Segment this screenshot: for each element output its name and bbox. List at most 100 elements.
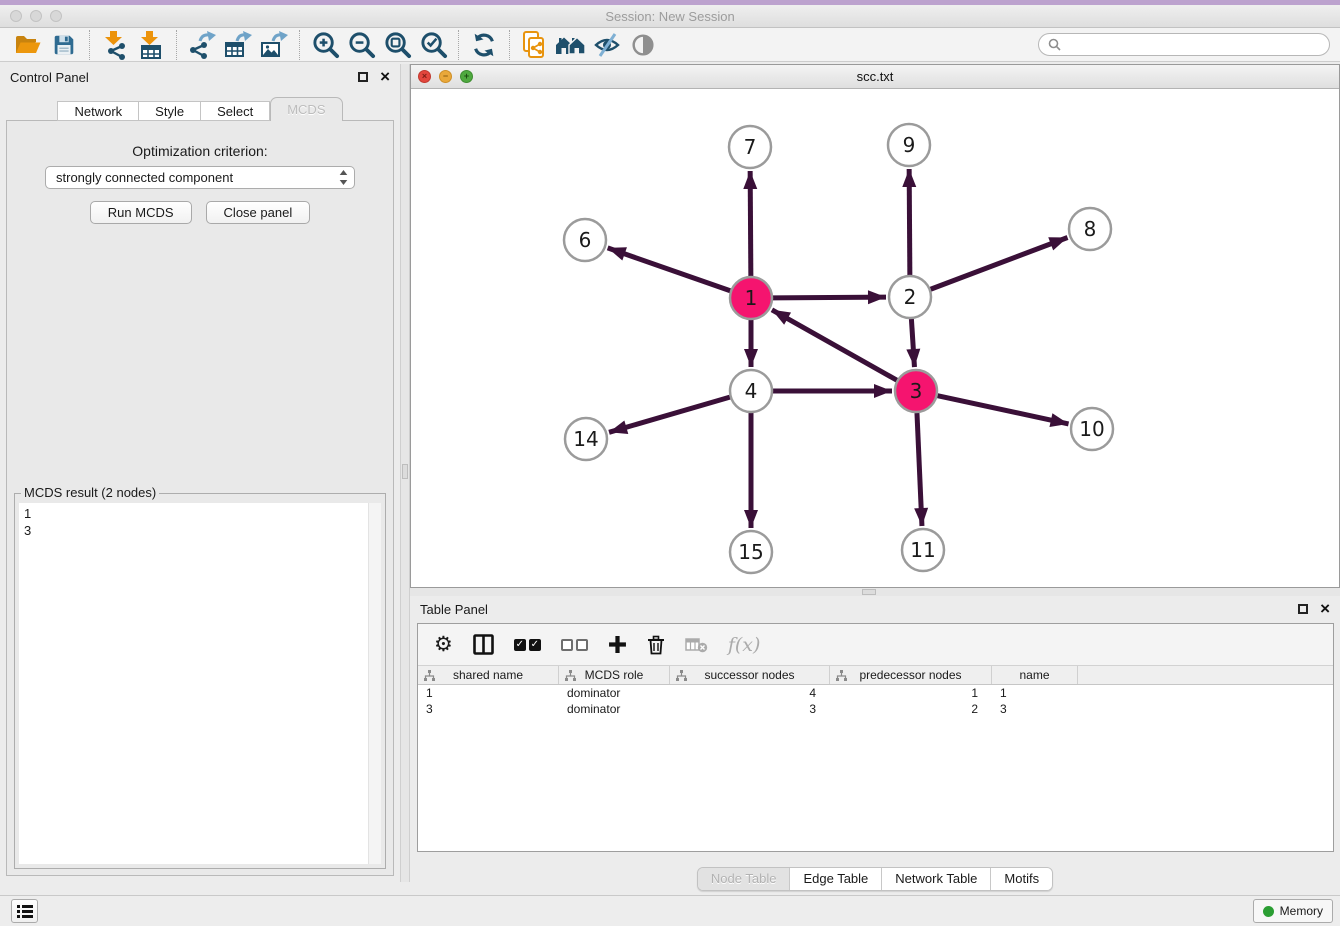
import-network-button[interactable] — [97, 29, 133, 61]
table-row[interactable]: 3dominator323 — [418, 701, 1333, 717]
refresh-button[interactable] — [466, 29, 502, 61]
table-tab-group: Node TableEdge TableNetwork TableMotifs — [697, 867, 1053, 891]
tab-node-table[interactable]: Node Table — [698, 868, 791, 890]
control-panel-tabs: NetworkStyleSelectMCDS — [0, 97, 400, 121]
column-header-filler — [1078, 666, 1333, 684]
hide-graphics-details-button[interactable] — [589, 29, 625, 61]
criterion-dropdown-value: strongly connected component — [56, 170, 339, 185]
task-list-icon — [17, 904, 33, 919]
cell-predecessor-nodes[interactable]: 1 — [830, 685, 992, 701]
add-column-icon[interactable] — [608, 635, 627, 654]
float-panel-icon[interactable] — [358, 72, 368, 82]
splitter-handle[interactable] — [402, 464, 408, 479]
vertical-splitter[interactable] — [400, 64, 410, 882]
graph-edge-3-10[interactable] — [938, 396, 1069, 424]
column-header-successor-nodes[interactable]: successor nodes — [670, 666, 830, 684]
graph-edge-1-6[interactable] — [608, 248, 731, 291]
graph-edge-2-9[interactable] — [909, 169, 910, 275]
graph-node-label-1: 1 — [745, 286, 758, 310]
home-button[interactable] — [553, 29, 589, 61]
column-header-name[interactable]: name — [992, 666, 1078, 684]
show-graphics-details-button[interactable] — [625, 29, 661, 61]
cell-mcds-role[interactable]: dominator — [559, 685, 670, 701]
tab-network-table[interactable]: Network Table — [882, 868, 991, 890]
criterion-dropdown[interactable]: strongly connected component — [45, 166, 355, 189]
graph-node-label-9: 9 — [903, 133, 916, 157]
export-image-button[interactable] — [256, 29, 292, 61]
toolbar-separator — [89, 30, 90, 60]
close-panel-icon[interactable]: × — [1320, 602, 1330, 616]
optimization-criterion-label: Optimization criterion: — [7, 143, 393, 159]
tab-network[interactable]: Network — [57, 101, 139, 121]
cell-predecessor-nodes[interactable]: 2 — [830, 701, 992, 717]
zoom-fit-icon — [383, 30, 412, 59]
column-view-icon[interactable] — [473, 634, 494, 655]
tab-edge-table[interactable]: Edge Table — [790, 868, 882, 890]
close-panel-button[interactable]: Close panel — [206, 201, 311, 224]
export-network-button[interactable] — [184, 29, 220, 61]
network-title: scc.txt — [411, 69, 1339, 84]
search-icon — [1048, 38, 1061, 51]
tab-style[interactable]: Style — [139, 101, 201, 121]
column-header-predecessor-nodes[interactable]: predecessor nodes — [830, 666, 992, 684]
graph-edge-2-3[interactable] — [911, 319, 914, 367]
export-table-button[interactable] — [220, 29, 256, 61]
graph-edge-3-1[interactable] — [772, 310, 897, 380]
cell-shared-name[interactable]: 3 — [418, 701, 559, 717]
tab-select[interactable]: Select — [201, 101, 270, 121]
import-table-button[interactable] — [133, 29, 169, 61]
toolbar-separator — [458, 30, 459, 60]
column-header-mcds-role[interactable]: MCDS role — [559, 666, 670, 684]
control-panel-header: Control Panel × — [0, 64, 400, 90]
node-table: shared nameMCDS rolesuccessor nodesprede… — [418, 665, 1333, 851]
mcds-result-area[interactable]: 1 3 — [19, 503, 381, 864]
column-header-shared-name[interactable]: shared name — [418, 666, 559, 684]
cell-successor-nodes[interactable]: 4 — [670, 685, 830, 701]
float-panel-icon[interactable] — [1298, 604, 1308, 614]
save-icon — [51, 32, 77, 58]
tab-mcds[interactable]: MCDS — [270, 97, 342, 121]
deselect-all-rows-icon[interactable] — [561, 639, 588, 651]
result-scrollbar[interactable] — [368, 503, 381, 864]
table-tabs-bar: Node TableEdge TableNetwork TableMotifs — [410, 867, 1340, 891]
zoom-selected-button[interactable] — [415, 29, 451, 61]
cell-name[interactable]: 3 — [992, 701, 1078, 717]
close-panel-icon[interactable]: × — [380, 70, 390, 84]
graph-edge-3-11[interactable] — [917, 413, 922, 526]
network-canvas[interactable]: 7968124314101511 — [411, 89, 1339, 587]
search-input[interactable] — [1066, 37, 1320, 52]
network-svg: 7968124314101511 — [411, 89, 1339, 587]
graph-edge-2-8[interactable] — [931, 237, 1068, 289]
horizontal-splitter[interactable] — [410, 588, 1340, 596]
task-history-button[interactable] — [11, 899, 38, 923]
network-view-window: × − + scc.txt 7968124314101511 — [410, 64, 1340, 588]
cell-successor-nodes[interactable]: 3 — [670, 701, 830, 717]
zoom-out-button[interactable] — [343, 29, 379, 61]
delete-columns-icon[interactable] — [647, 635, 665, 655]
toolbar-separator — [509, 30, 510, 60]
open-session-button[interactable] — [10, 29, 46, 61]
graph-edge-1-7[interactable] — [750, 171, 751, 276]
zoom-fit-button[interactable] — [379, 29, 415, 61]
zoom-in-button[interactable] — [307, 29, 343, 61]
graph-node-label-4: 4 — [745, 379, 758, 403]
cell-mcds-role[interactable]: dominator — [559, 701, 670, 717]
table-row[interactable]: 1dominator411 — [418, 685, 1333, 701]
table-settings-icon[interactable]: ⚙ — [434, 634, 453, 655]
run-mcds-button[interactable]: Run MCDS — [90, 201, 192, 224]
memory-button[interactable]: Memory — [1253, 899, 1333, 923]
splitter-handle[interactable] — [862, 589, 876, 595]
tab-motifs[interactable]: Motifs — [991, 868, 1052, 890]
toolbar-separator — [176, 30, 177, 60]
cell-shared-name[interactable]: 1 — [418, 685, 559, 701]
cell-name[interactable]: 1 — [992, 685, 1078, 701]
search-field[interactable] — [1038, 33, 1330, 56]
graph-edge-4-14[interactable] — [609, 397, 730, 432]
graph-edge-1-2[interactable] — [773, 297, 886, 298]
clone-network-button[interactable] — [517, 29, 553, 61]
application-window: Session: New Session — [0, 0, 1340, 926]
graph-node-label-3: 3 — [910, 379, 923, 403]
select-all-rows-icon[interactable]: ✓✓ — [514, 639, 541, 651]
save-session-button[interactable] — [46, 29, 82, 61]
window-title: Session: New Session — [0, 9, 1340, 24]
